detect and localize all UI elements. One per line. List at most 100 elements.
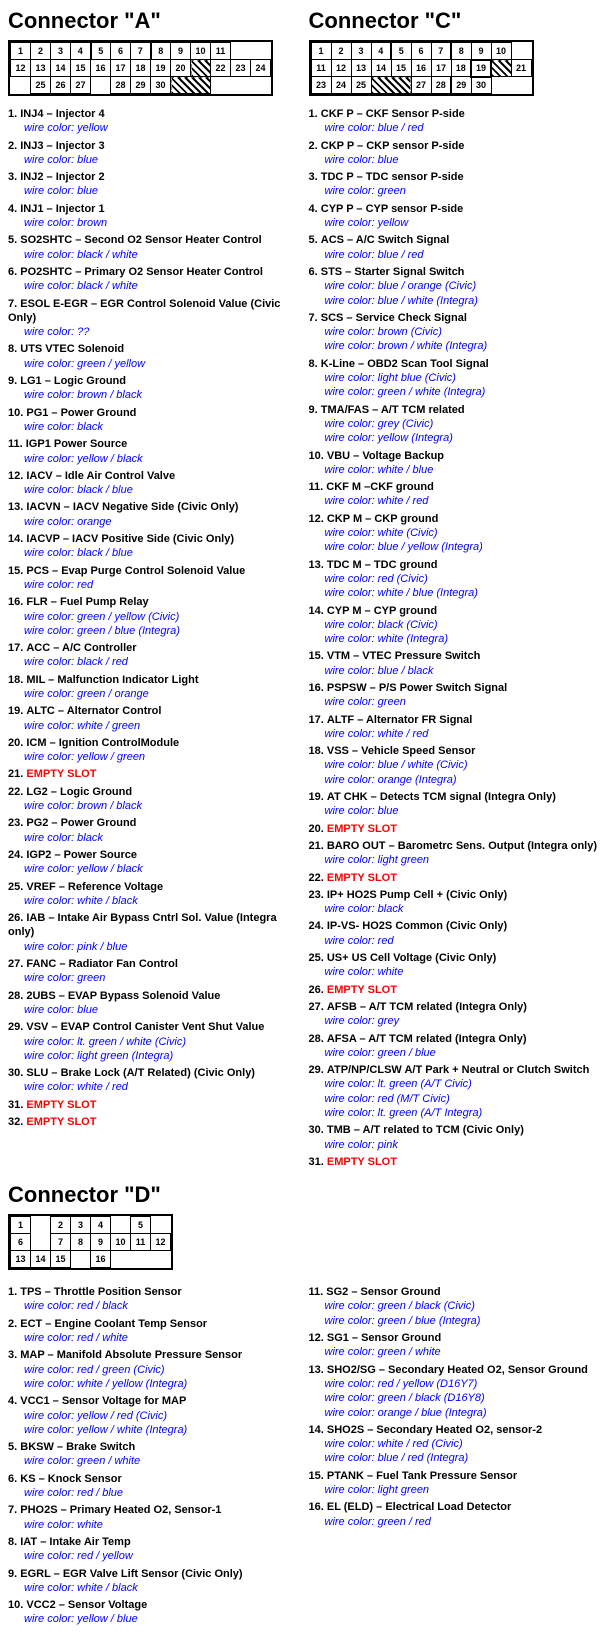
list-item: 25. US+ US Cell Voltage (Civic Only)wire… <box>309 951 602 980</box>
item-number: 13. <box>8 501 23 513</box>
item-number: 17. <box>309 714 324 726</box>
wire-color: wire color: brown / black <box>8 799 301 813</box>
wire-color: wire color: red <box>309 934 602 948</box>
wire-color: wire color: white (Integra) <box>309 632 602 646</box>
wire-color: wire color: green / black (D16Y8) <box>309 1391 602 1405</box>
connector-d-title: Connector "D" <box>8 1182 601 1208</box>
list-item: 5. ACS – A/C Switch Signalwire color: bl… <box>309 233 602 262</box>
wire-color: wire color: yellow / white (Integra) <box>8 1423 301 1437</box>
item-number: 14. <box>309 605 324 617</box>
item-number: 3. <box>8 1349 17 1361</box>
list-item: 13. SHO2/SG – Secondary Heated O2, Senso… <box>309 1363 602 1420</box>
wire-color: wire color: black <box>309 902 602 916</box>
item-label: BARO OUT – Barometrc Sens. Output (Integ… <box>327 840 597 852</box>
list-item: 15. PCS – Evap Purge Control Solenoid Va… <box>8 564 301 593</box>
list-item: 18. MIL – Malfunction Indicator Lightwir… <box>8 673 301 702</box>
item-number: 16. <box>309 1501 324 1513</box>
item-label: EL (ELD) – Electrical Load Detector <box>327 1501 511 1513</box>
list-item: 14. SHO2S – Secondary Heated O2, sensor-… <box>309 1423 602 1466</box>
item-number: 19. <box>309 791 324 803</box>
item-number: 27. <box>309 1001 324 1013</box>
wire-color: wire color: green / white <box>8 1454 301 1468</box>
item-label: LG2 – Logic Ground <box>26 786 132 798</box>
list-item: 11. SG2 – Sensor Groundwire color: green… <box>309 1285 602 1328</box>
list-item: 6. STS – Starter Signal Switchwire color… <box>309 265 602 308</box>
item-label: TDC M – TDC ground <box>327 559 438 571</box>
item-number: 16. <box>8 596 23 608</box>
item-label: SHO2S – Secondary Heated O2, sensor-2 <box>327 1424 542 1436</box>
list-item: 29. VSV – EVAP Control Canister Vent Shu… <box>8 1020 301 1063</box>
wire-color: wire color: white <box>309 965 602 979</box>
item-number: 14. <box>8 533 23 545</box>
item-number: 12. <box>309 513 324 525</box>
item-number: 32. <box>8 1116 23 1128</box>
item-label: IAB – Intake Air Bypass Cntrl Sol. Value… <box>8 912 277 938</box>
item-label: CYP M – CYP ground <box>327 605 437 617</box>
list-item: 8. K-Line – OBD2 Scan Tool Signalwire co… <box>309 357 602 400</box>
item-label: IGP2 – Power Source <box>26 849 137 861</box>
item-number: 21. <box>8 768 23 780</box>
item-label: MIL – Malfunction Indicator Light <box>26 674 198 686</box>
item-number: 15. <box>309 1470 324 1482</box>
item-number: 8. <box>8 1536 17 1548</box>
item-label: IGP1 Power Source <box>26 438 127 450</box>
list-item: 31. EMPTY SLOT <box>309 1155 602 1169</box>
wire-color: wire color: blue <box>8 1003 301 1017</box>
item-number: 11. <box>309 481 324 493</box>
item-number: 23. <box>309 889 324 901</box>
item-label: K-Line – OBD2 Scan Tool Signal <box>321 358 489 370</box>
item-number: 19. <box>8 705 23 717</box>
wire-color: wire color: green / blue (Integra) <box>8 624 301 638</box>
wire-color: wire color: red / green (Civic) <box>8 1363 301 1377</box>
item-label: CKP M – CKP ground <box>327 513 438 525</box>
list-item: 22. LG2 – Logic Groundwire color: brown … <box>8 785 301 814</box>
item-label: ALTF – Alternator FR Signal <box>327 714 472 726</box>
list-item: 16. FLR – Fuel Pump Relaywire color: gre… <box>8 595 301 638</box>
item-label: ECT – Engine Coolant Temp Sensor <box>20 1318 207 1330</box>
item-label: AFSB – A/T TCM related (Integra Only) <box>327 1001 527 1013</box>
wire-color: wire color: white / green <box>8 719 301 733</box>
list-item: 14. IACVP – IACV Positive Side (Civic On… <box>8 532 301 561</box>
page: Connector "A" 1234 567 891011 1213141516… <box>0 0 609 1638</box>
item-number: 30. <box>8 1067 23 1079</box>
list-item: 18. VSS – Vehicle Speed Sensorwire color… <box>309 744 602 787</box>
item-number: 10. <box>309 450 324 462</box>
list-item: 15. PTANK – Fuel Tank Pressure Sensorwir… <box>309 1469 602 1498</box>
empty-slot-label: EMPTY SLOT <box>327 872 397 884</box>
item-number: 28. <box>8 990 23 1002</box>
wire-color: wire color: light green <box>309 1483 602 1497</box>
item-label: INJ4 – Injector 4 <box>20 108 104 120</box>
list-item: 7. SCS – Service Check Signalwire color:… <box>309 311 602 354</box>
wire-color: wire color: lt. green / white (Civic) <box>8 1035 301 1049</box>
item-label: SCS – Service Check Signal <box>321 312 467 324</box>
wire-color: wire color: black (Civic) <box>309 618 602 632</box>
pin-table-c: 1234 567 8910 11121314151617181921 23242… <box>311 42 532 94</box>
item-number: 26. <box>8 912 23 924</box>
list-item: 10. PG1 – Power Groundwire color: black <box>8 406 301 435</box>
list-item: 25. VREF – Reference Voltagewire color: … <box>8 880 301 909</box>
list-item: 11. CKF M –CKF groundwire color: white /… <box>309 480 602 509</box>
item-label: AFSA – A/T TCM related (Integra Only) <box>327 1033 527 1045</box>
item-label: TMA/FAS – A/T TCM related <box>321 404 465 416</box>
item-number: 10. <box>8 1599 23 1611</box>
item-number: 8. <box>8 343 17 355</box>
list-item: 4. INJ1 – Injector 1wire color: brown <box>8 202 301 231</box>
wire-color: wire color: orange <box>8 515 301 529</box>
item-label: US+ US Cell Voltage (Civic Only) <box>327 952 496 964</box>
item-number: 2. <box>8 1318 17 1330</box>
list-item: 3. INJ2 – Injector 2wire color: blue <box>8 170 301 199</box>
item-number: 22. <box>8 786 23 798</box>
item-label: PTANK – Fuel Tank Pressure Sensor <box>327 1470 517 1482</box>
wire-color: wire color: white / black <box>8 894 301 908</box>
wire-color: wire color: white / red <box>309 727 602 741</box>
wire-color: wire color: white / red (Civic) <box>309 1437 602 1451</box>
list-item: 10. VBU – Voltage Backupwire color: whit… <box>309 449 602 478</box>
item-label: STS – Starter Signal Switch <box>321 266 465 278</box>
list-item: 8. UTS VTEC Solenoidwire color: green / … <box>8 342 301 371</box>
item-label: INJ2 – Injector 2 <box>20 171 104 183</box>
list-item: 1. CKF P – CKF Sensor P-sidewire color: … <box>309 107 602 136</box>
wire-color: wire color: blue / white (Integra) <box>309 294 602 308</box>
connector-c-block: Connector "C" 1234 567 8910 111213141516… <box>309 8 602 1172</box>
item-number: 14. <box>309 1424 324 1436</box>
wire-color: wire color: yellow / blue <box>8 1612 301 1626</box>
